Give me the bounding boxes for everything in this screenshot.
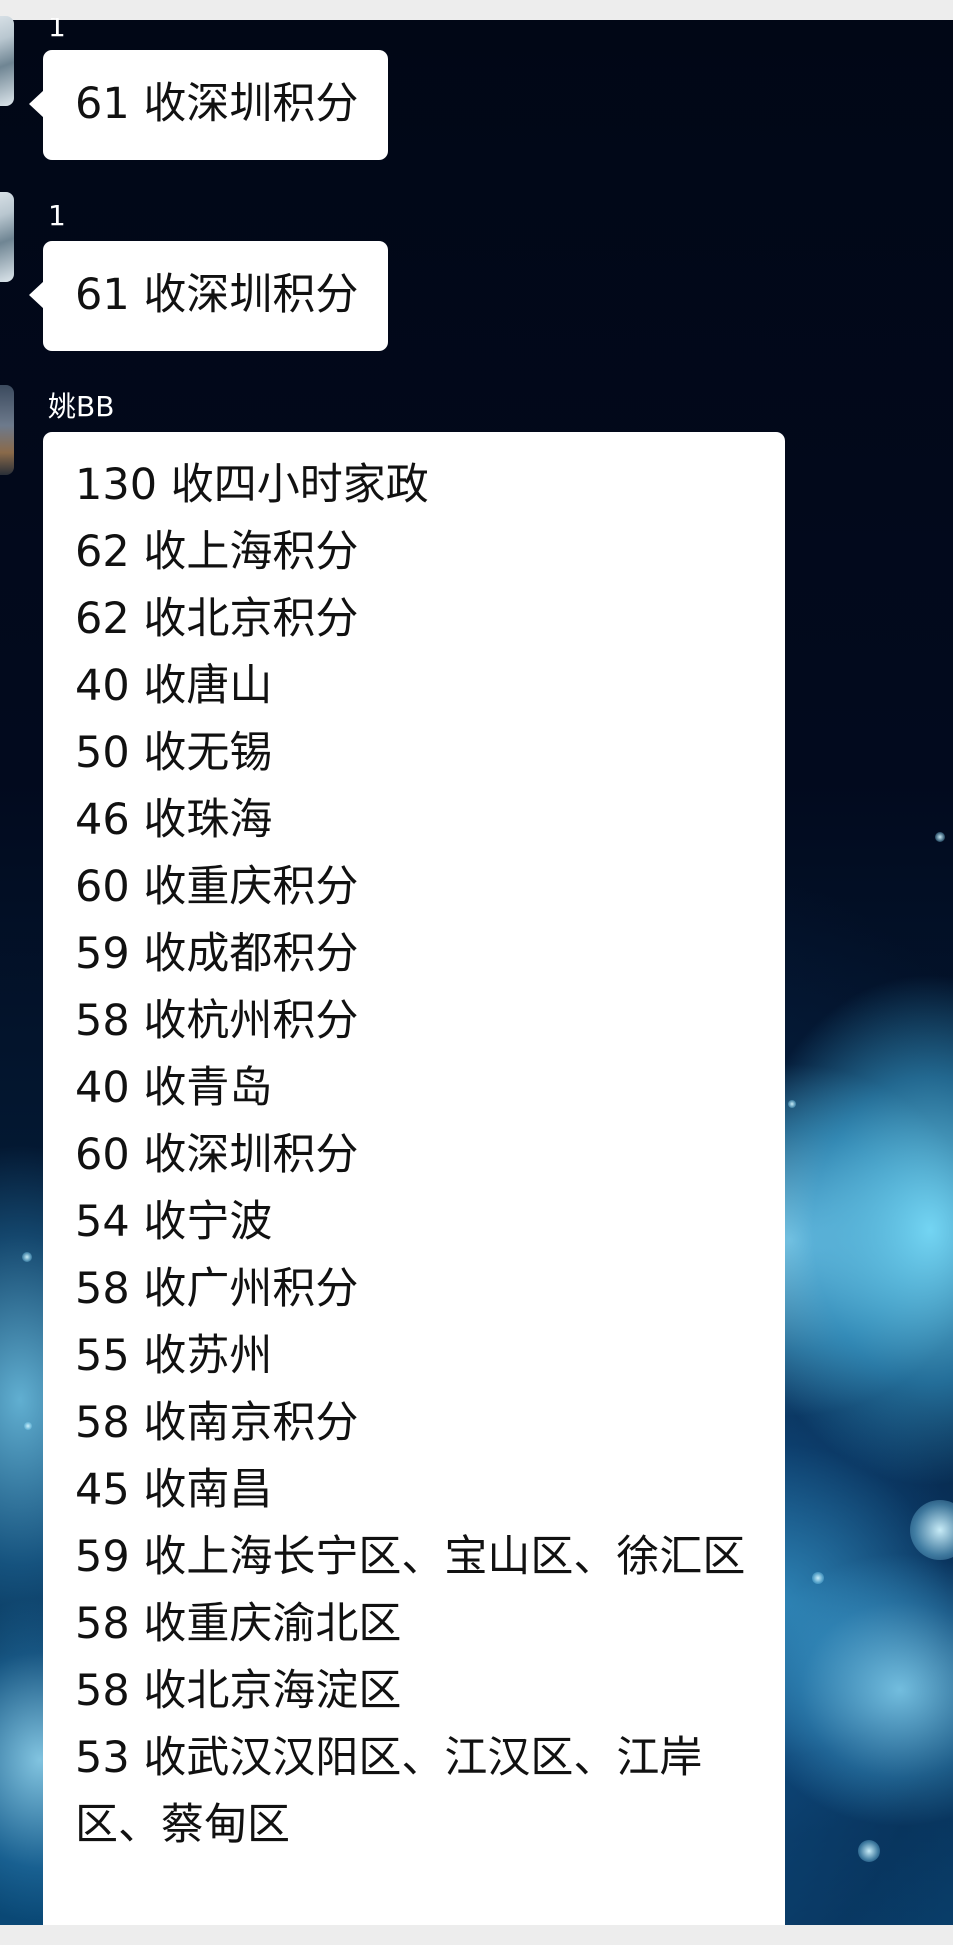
message-line: 58 收北京海淀区 [75,1666,402,1716]
chat-screen: 1 61 收深圳积分 1 61 收深圳积分 姚BB 130 收四小时家政 62 … [0,0,953,1945]
avatar[interactable] [0,385,14,475]
message-line: 54 收宁波 [75,1197,273,1247]
message-line: 62 收北京积分 [75,594,359,644]
message-line: 45 收南昌 [75,1465,273,1515]
message-line: 60 收重庆积分 [75,862,359,912]
message-line: 58 收南京积分 [75,1398,359,1448]
message-line: 62 收上海积分 [75,527,359,577]
message-line: 55 收苏州 [75,1331,273,1381]
message-text: 61 收深圳积分 [75,79,359,129]
message-bubble[interactable]: 61 收深圳积分 [29,50,388,160]
message-line: 58 收杭州积分 [75,996,359,1046]
sender-name: 1 [48,199,66,232]
message-line: 50 收无锡 [75,728,273,778]
message-text: 61 收深圳积分 [75,270,359,320]
message-line: 60 收深圳积分 [75,1130,359,1180]
message-line: 58 收广州积分 [75,1264,359,1314]
message-line: 59 收成都积分 [75,929,359,979]
avatar[interactable] [0,16,14,106]
message-line: 40 收青岛 [75,1063,273,1113]
message-bubble[interactable]: 130 收四小时家政 62 收上海积分 62 收北京积分 40 收唐山 50 收… [43,432,785,1945]
top-status-strip [0,0,953,20]
message-line: 59 收上海长宁区、宝山区、徐汇区 [75,1532,746,1582]
message-line: 40 收唐山 [75,661,273,711]
message-line: 130 收四小时家政 [75,460,429,510]
bokeh-dot [812,1572,824,1584]
message-bubble[interactable]: 61 收深圳积分 [29,241,388,351]
sender-name: 姚BB [48,390,115,423]
message-line: 58 收重庆渝北区 [75,1599,402,1649]
message-line: 53 收武汉汉阳区、江汉区、江岸区、蔡甸区 [75,1733,703,1850]
message-line: 46 收珠海 [75,795,273,845]
bokeh-dot [788,1100,796,1108]
bokeh-dot [858,1840,880,1862]
bokeh-dot [24,1422,32,1430]
bokeh-dot [910,1500,953,1560]
bokeh-dot [22,1252,32,1262]
bottom-strip [0,1925,953,1945]
bokeh-dot [935,832,945,842]
avatar[interactable] [0,192,14,282]
